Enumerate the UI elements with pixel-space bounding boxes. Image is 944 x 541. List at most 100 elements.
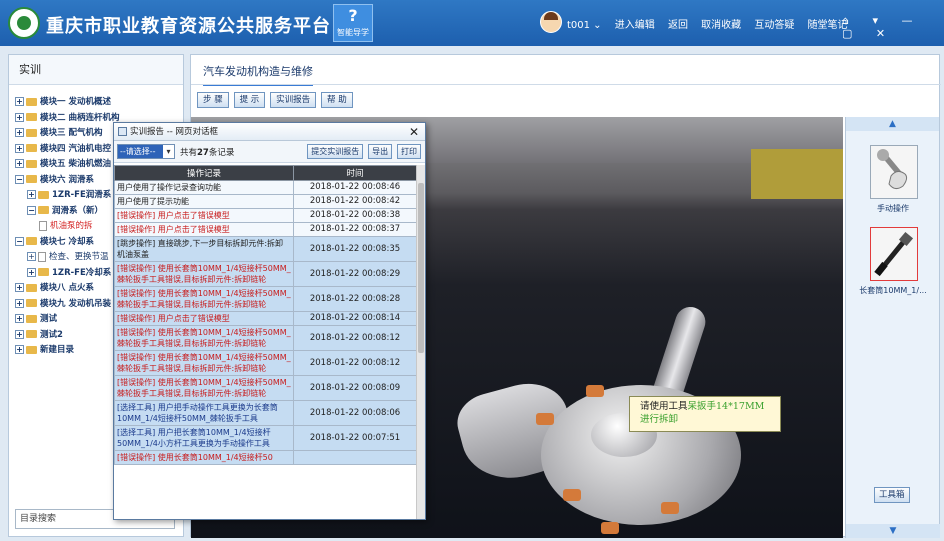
log-operation-cell: [错误操作] 使用长套筒10MM_1/4短接杆50MM_棘轮扳手工具错误,目标拆… (114, 350, 294, 376)
log-time-cell: 2018-01-22 00:08:35 (293, 236, 417, 262)
column-header-time: 时间 (293, 165, 417, 181)
rail-down-arrow-icon[interactable]: ▼ (846, 524, 940, 538)
folder-icon (26, 345, 37, 354)
rail-up-arrow-icon[interactable]: ▲ (846, 117, 939, 131)
folder-icon (38, 268, 49, 276)
expand-icon[interactable]: + (15, 345, 24, 354)
document-icon (39, 220, 47, 231)
smart-guide-button[interactable]: ? 智能导学 (333, 4, 373, 42)
interactive-qa-link[interactable]: 互动答疑 (754, 20, 794, 31)
log-time-cell: 2018-01-22 00:08:06 (293, 400, 417, 426)
expand-icon[interactable]: + (15, 143, 24, 153)
dialog-title-bar: 实训报告 -- 网页对话框 ✕ (114, 123, 425, 141)
operation-log-table: 操作记录 时间 用户使用了操作记录查询功能 2018-01-22 00:08:46… (114, 165, 425, 519)
toolbox-button[interactable]: 工具箱 (874, 487, 910, 503)
sidebar-item-label: 机油泵的拆 (50, 221, 93, 231)
log-operation-cell: [错误操作] 使用长套筒10MM_1/4短接杆50MM_棘轮扳手工具错误,目标拆… (114, 286, 294, 312)
sidebar-item-label: 模块六 润滑系 (40, 174, 94, 185)
sidebar-item-label: 模块三 配气机构 (40, 128, 103, 138)
table-row[interactable]: [错误操作] 用户点击了错误模型 2018-01-22 00:08:37 (114, 222, 417, 237)
log-operation-cell: [跳步操作] 直接跳步,下一步目标拆卸元件:拆卸机油泵盖 (114, 236, 294, 262)
expand-icon[interactable]: + (15, 283, 24, 292)
steps-button[interactable]: 步 骤 (197, 92, 229, 108)
expand-icon[interactable]: + (15, 112, 24, 122)
log-operation-cell: [错误操作] 使用长套筒10MM_1/4短接杆50MM_棘轮扳手工具错误,目标拆… (114, 325, 294, 351)
log-operation-cell: 用户使用了提示功能 (114, 194, 294, 209)
tool-manual-operation[interactable] (870, 145, 918, 199)
expand-icon[interactable]: + (15, 97, 24, 106)
filter-select[interactable]: --请选择-- (117, 144, 175, 159)
table-row[interactable]: [选择工具] 用户把手动操作工具更换为长套筒10MM_1/4短接杆50MM_棘轮… (114, 400, 417, 426)
submit-report-button[interactable]: 提交实训报告 (307, 144, 364, 159)
sidebar-item-label: 润滑系（新） (52, 205, 104, 216)
tooltip-action: 进行拆卸 (640, 414, 679, 425)
table-row[interactable]: [错误操作] 使用长套筒10MM_1/4短接杆50MM_棘轮扳手工具错误,目标拆… (114, 350, 417, 376)
expand-icon[interactable]: + (15, 128, 24, 137)
table-row[interactable]: 用户使用了提示功能 2018-01-22 00:08:42 (114, 194, 417, 209)
sidebar-item-label: 模块二 曲柄连杆机构 (40, 112, 120, 123)
folder-icon (26, 237, 37, 245)
dialog-scrollbar[interactable] (416, 165, 425, 519)
table-row[interactable]: 用户使用了操作记录查询功能 2018-01-22 00:08:46 (114, 180, 417, 195)
table-row[interactable]: [错误操作] 用户点击了错误模型 2018-01-22 00:08:14 (114, 311, 417, 326)
table-row[interactable]: [错误操作] 使用长套筒10MM_1/4短接杆50 (114, 450, 417, 465)
collapse-icon[interactable]: − (15, 236, 24, 246)
expand-icon[interactable]: + (15, 298, 24, 308)
dialog-scroll-thumb[interactable] (418, 183, 424, 353)
user-avatar[interactable] (540, 11, 562, 33)
expand-icon[interactable]: + (27, 190, 36, 199)
table-row[interactable]: [错误操作] 使用长套筒10MM_1/4短接杆50MM_棘轮扳手工具错误,目标拆… (114, 375, 417, 401)
enter-edit-link[interactable]: 进入编辑 (615, 20, 655, 31)
folder-icon (26, 175, 37, 183)
log-time-cell: 2018-01-22 00:07:51 (293, 425, 417, 451)
training-toolbar: 步 骤 提 示 实训报告 帮 助 (197, 92, 355, 108)
bolt[interactable] (661, 502, 679, 514)
expand-icon[interactable]: + (27, 267, 36, 277)
table-row[interactable]: [错误操作] 使用长套筒10MM_1/4短接杆50MM_棘轮扳手工具错误,目标拆… (114, 286, 417, 312)
training-report-button[interactable]: 实训报告 (270, 92, 317, 108)
collapse-icon[interactable]: − (15, 174, 24, 184)
table-row[interactable]: [选择工具] 用户把长套筒10MM_1/4短接杆50MM_1/4小方杆工具更换为… (114, 425, 417, 451)
collapse-icon[interactable]: − (27, 205, 36, 215)
export-button[interactable]: 导出 (368, 144, 393, 159)
expand-icon[interactable]: + (15, 314, 24, 323)
table-row[interactable]: [错误操作] 使用长套筒10MM_1/4短接杆50MM_棘轮扳手工具错误,目标拆… (114, 325, 417, 351)
log-time-cell: 2018-01-22 00:08:29 (293, 261, 417, 287)
table-row[interactable]: [跳步操作] 直接跳步,下一步目标拆卸元件:拆卸机油泵盖 2018-01-22 0… (114, 236, 417, 262)
back-link[interactable]: 返回 (668, 20, 688, 31)
tool-long-socket-label: 长套筒10MM_1/... (859, 286, 927, 295)
record-count-value: 27 (197, 148, 209, 158)
scene-plate-right (751, 149, 843, 199)
bolt[interactable] (536, 413, 554, 425)
log-time-cell: 2018-01-22 00:08:46 (293, 180, 417, 195)
log-operation-cell: [选择工具] 用户把手动操作工具更换为长套筒10MM_1/4短接杆50MM_棘轮… (114, 400, 294, 426)
bolt[interactable] (601, 522, 619, 534)
print-button[interactable]: 打印 (397, 144, 421, 159)
site-title: 重庆市职业教育资源公共服务平台 (46, 16, 331, 37)
tool-rail: ▲ 手动操作 长套筒10MM_1/... 工具箱 ▼ (845, 117, 940, 538)
hint-button[interactable]: 提 示 (233, 92, 266, 108)
tool-long-socket-10mm[interactable] (870, 227, 918, 281)
top-links: t001 ⌄ 进入编辑 返回 取消收藏 互动答疑 随堂笔记 (567, 16, 858, 31)
log-operation-cell: [错误操作] 用户点击了错误模型 (114, 311, 294, 326)
log-operation-cell: 用户使用了操作记录查询功能 (114, 180, 294, 195)
expand-icon[interactable]: + (15, 329, 24, 339)
table-row[interactable]: [错误操作] 使用长套筒10MM_1/4短接杆50MM_棘轮扳手工具错误,目标拆… (114, 261, 417, 287)
expand-icon[interactable]: + (15, 159, 24, 168)
bolt[interactable] (563, 489, 581, 501)
cancel-favorite-link[interactable]: 取消收藏 (701, 20, 741, 31)
expand-icon[interactable]: + (27, 252, 36, 261)
folder-icon (26, 283, 37, 292)
close-icon[interactable]: ✕ (409, 123, 419, 141)
table-row[interactable]: [错误操作] 用户点击了错误模型 2018-01-22 00:08:38 (114, 208, 417, 223)
dialog-window-icon (118, 127, 127, 136)
window-controls[interactable]: ⌂ ▾ — ▢ ✕ (842, 14, 944, 40)
user-menu[interactable]: t001 ⌄ (567, 20, 602, 31)
sidebar-item-label: 模块七 冷却系 (40, 236, 94, 247)
sidebar-item[interactable]: + 模块一 发动机概述 (9, 95, 183, 111)
help-button[interactable]: 帮 助 (321, 92, 353, 108)
tooltip-tool-name: 呆扳手14*17MM (687, 401, 765, 412)
tool-manual-operation-label: 手动操作 (877, 204, 909, 213)
bolt[interactable] (586, 385, 604, 397)
course-tab[interactable]: 汽车发动机构造与维修 (203, 63, 313, 86)
